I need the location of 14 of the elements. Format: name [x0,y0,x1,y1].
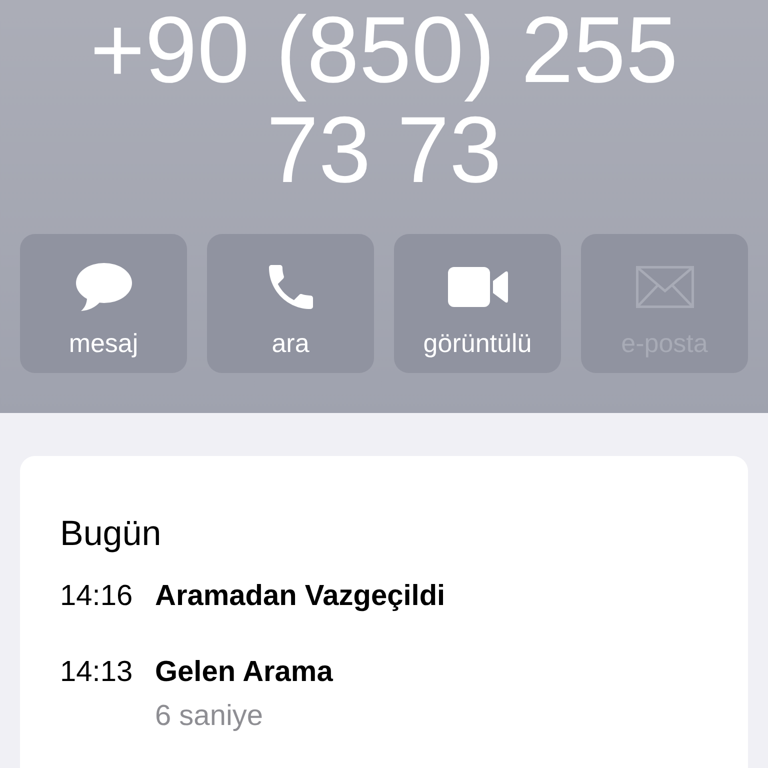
video-camera-icon [448,267,508,307]
call-type: Aramadan Vazgeçildi [155,579,446,614]
call-type: Gelen Arama [155,655,333,690]
call-button[interactable]: ara [207,234,374,373]
message-button[interactable]: mesaj [20,234,187,373]
video-call-button[interactable]: görüntülü [394,234,561,373]
call-time: 14:16 [60,580,133,612]
call-time: 14:13 [60,656,133,688]
speech-bubble-icon [74,262,132,312]
section-heading: Bugün [60,514,162,553]
envelope-icon [636,266,694,308]
phone-icon [268,265,312,309]
phone-number: +90 (850) 255 73 73 [90,0,678,202]
call-duration: 6 saniye [155,699,264,734]
